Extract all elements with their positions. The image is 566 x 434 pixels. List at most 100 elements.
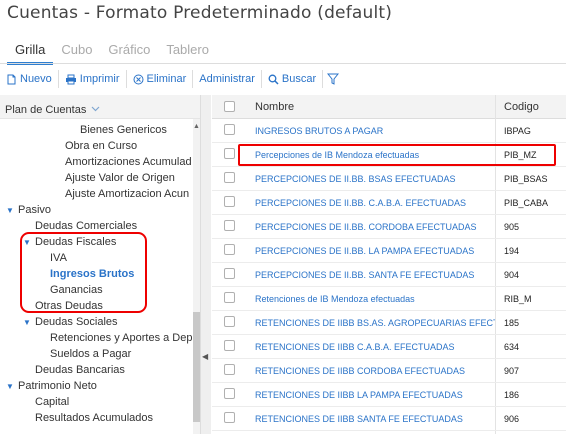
table-row[interactable]: PERCEPCIONES DE II.BB. BSAS EFECTUADAS P…	[212, 167, 566, 191]
cell-codigo: IBPAG	[504, 126, 531, 136]
tree-item[interactable]: Deudas Bancarias	[35, 362, 125, 378]
tree-item[interactable]: Sueldos a Pagar	[50, 346, 131, 362]
column-header-codigo[interactable]: Codigo	[504, 101, 539, 113]
tree-item-label: Capital	[35, 396, 70, 408]
chevron-down-icon[interactable]	[91, 104, 100, 115]
tree-item-label: Bienes Genericos	[80, 124, 167, 136]
printer-icon	[65, 74, 77, 85]
cell-nombre[interactable]: RETENCIONES DE IIBB LA PAMPA EFECTUADAS	[255, 390, 495, 400]
tree-item-label: Deudas Comerciales	[35, 220, 138, 232]
cell-codigo: 185	[504, 318, 520, 328]
tree-header[interactable]: Plan de Cuentas	[0, 95, 210, 119]
eliminar-button[interactable]: Eliminar	[127, 70, 194, 88]
cell-nombre[interactable]: PERCEPCIONES DE II.BB. LA PAMPA EFECTUAD…	[255, 246, 495, 256]
scroll-up-arrow-icon[interactable]: ▲	[193, 123, 200, 130]
cell-codigo: PIB_CABA	[504, 198, 549, 208]
tree-item[interactable]: Resultados Acumulados	[35, 410, 153, 426]
cell-codigo: 194	[504, 246, 520, 256]
imprimir-button[interactable]: Imprimir	[59, 70, 127, 88]
cell-codigo: 904	[504, 270, 520, 280]
cell-nombre[interactable]: PERCEPCIONES DE II.BB. SANTA FE EFECTUAD…	[255, 270, 495, 280]
expanded-arrow-icon[interactable]: ▼	[6, 206, 18, 215]
tree-scrollbar-thumb[interactable]	[193, 312, 200, 422]
row-checkbox[interactable]	[224, 292, 235, 303]
expanded-arrow-icon[interactable]: ▼	[23, 318, 35, 327]
table-row[interactable]: RETENCIONES DE IIBB LA PAMPA EFECTUADAS …	[212, 383, 566, 407]
tree-item-label: Obra en Curso	[65, 140, 138, 152]
row-checkbox[interactable]	[224, 340, 235, 351]
row-checkbox[interactable]	[224, 124, 235, 135]
collapse-arrow-icon[interactable]: ◀	[202, 352, 208, 361]
nuevo-button[interactable]: Nuevo	[0, 70, 59, 88]
tree-item[interactable]: Capital	[35, 394, 69, 410]
table-row[interactable]: PERCEPCIONES DE II.BB. LA PAMPA EFECTUAD…	[212, 239, 566, 263]
cell-nombre[interactable]: RETENCIONES DE IIBB C.A.B.A. EFECTUADAS	[255, 342, 495, 352]
tree-item-deudas-sociales[interactable]: ▼ Deudas Sociales	[23, 314, 118, 330]
cell-codigo: 906	[504, 414, 520, 424]
table-row[interactable]: RETENCIONES DE IIBB BS.AS. AGROPECUARIAS…	[212, 311, 566, 335]
tree-item-label: Resultados Acumulados	[35, 412, 154, 424]
page-title: Cuentas - Formato Predeterminado (defaul…	[7, 3, 393, 23]
filter-icon	[327, 73, 340, 85]
cell-codigo: 186	[504, 390, 520, 400]
administrar-button[interactable]: Administrar	[193, 70, 262, 88]
buscar-button[interactable]: Buscar	[262, 70, 324, 88]
toolbar: Nuevo Imprimir Eliminar Administrar Busc…	[0, 69, 348, 89]
row-checkbox[interactable]	[224, 196, 235, 207]
table-row[interactable]: PERCEPCIONES DE II.BB. SANTA FE EFECTUAD…	[212, 263, 566, 287]
tree-item-label: Deudas Bancarias	[35, 364, 125, 376]
cell-nombre[interactable]: INGRESOS BRUTOS A PAGAR	[255, 126, 495, 136]
tab-cubo[interactable]: Cubo	[53, 40, 100, 65]
cell-nombre[interactable]: RETENCIONES DE IIBB BS.AS. AGROPECUARIAS…	[255, 318, 495, 328]
row-checkbox[interactable]	[224, 388, 235, 399]
tree-item-label: Ajuste Valor de Origen	[65, 172, 175, 184]
cell-nombre[interactable]: RETENCIONES DE IIBB SANTA FE EFECTUADAS	[255, 414, 495, 424]
tree-item-pasivo[interactable]: ▼ Pasivo	[6, 202, 51, 218]
table-row[interactable]: RETENCIONES DE IIBB CORDOBA EFECTUADAS 9…	[212, 359, 566, 383]
grid-header: Nombre Codigo	[212, 95, 566, 119]
tree-item[interactable]: Bienes Genericos	[80, 122, 167, 138]
tab-grilla[interactable]: Grilla	[7, 40, 54, 65]
column-header-nombre[interactable]: Nombre	[255, 101, 294, 113]
table-row[interactable]: RETENCIONES DE IIBB SANTA FE EFECTUADAS …	[212, 407, 566, 431]
eliminar-label: Eliminar	[146, 73, 187, 85]
cell-codigo: 634	[504, 342, 520, 352]
row-checkbox[interactable]	[224, 364, 235, 375]
tabs-divider	[0, 63, 566, 64]
tree-item-patrimonio-neto[interactable]: ▼ Patrimonio Neto	[6, 378, 97, 394]
table-row[interactable]: PERCEPCIONES DE II.BB. C.A.B.A. EFECTUAD…	[212, 191, 566, 215]
tree-item-label: Pasivo	[18, 204, 52, 216]
table-row[interactable]: INGRESOS BRUTOS A PAGAR IBPAG	[212, 119, 566, 143]
cell-nombre[interactable]: Retenciones de IB Mendoza efectuadas	[255, 294, 495, 304]
cell-nombre[interactable]: RETENCIONES DE IIBB CORDOBA EFECTUADAS	[255, 366, 495, 376]
row-checkbox[interactable]	[224, 244, 235, 255]
table-row[interactable]: PERCEPCIONES DE II.BB. CORDOBA EFECTUADA…	[212, 215, 566, 239]
row-checkbox[interactable]	[224, 148, 235, 159]
cell-nombre[interactable]: PERCEPCIONES DE II.BB. C.A.B.A. EFECTUAD…	[255, 198, 495, 208]
tree-item[interactable]: Ajuste Valor de Origen	[65, 170, 175, 186]
table-row[interactable]: RETENCIONES DE IIBB C.A.B.A. EFECTUADAS …	[212, 335, 566, 359]
tree-item[interactable]: Obra en Curso	[65, 138, 137, 154]
tree-item-label: Patrimonio Neto	[18, 380, 97, 392]
tree-item[interactable]: Ajuste Amortizacion Acun	[65, 186, 189, 202]
imprimir-label: Imprimir	[79, 73, 120, 85]
tree-item[interactable]: Amortizaciones Acumulad	[65, 154, 192, 170]
buscar-label: Buscar	[281, 73, 317, 85]
panel-splitter[interactable]	[200, 95, 211, 434]
row-checkbox[interactable]	[224, 412, 235, 423]
tab-grafico[interactable]: Gráfico	[100, 40, 158, 65]
row-checkbox[interactable]	[224, 220, 235, 231]
row-checkbox[interactable]	[224, 172, 235, 183]
cell-nombre[interactable]: PERCEPCIONES DE II.BB. BSAS EFECTUADAS	[255, 174, 495, 184]
filter-button[interactable]	[323, 70, 348, 88]
tree-item[interactable]: Retenciones y Aportes a Dep	[50, 330, 192, 346]
row-checkbox[interactable]	[224, 316, 235, 327]
select-all-checkbox[interactable]	[224, 101, 235, 112]
row-checkbox[interactable]	[224, 268, 235, 279]
cell-codigo: 905	[504, 222, 520, 232]
table-row[interactable]: Retenciones de IB Mendoza efectuadas RIB…	[212, 287, 566, 311]
cell-nombre[interactable]: PERCEPCIONES DE II.BB. CORDOBA EFECTUADA…	[255, 222, 495, 232]
tab-tablero[interactable]: Tablero	[158, 40, 217, 65]
expanded-arrow-icon[interactable]: ▼	[6, 382, 18, 391]
tree-item-label: Sueldos a Pagar	[50, 348, 132, 360]
